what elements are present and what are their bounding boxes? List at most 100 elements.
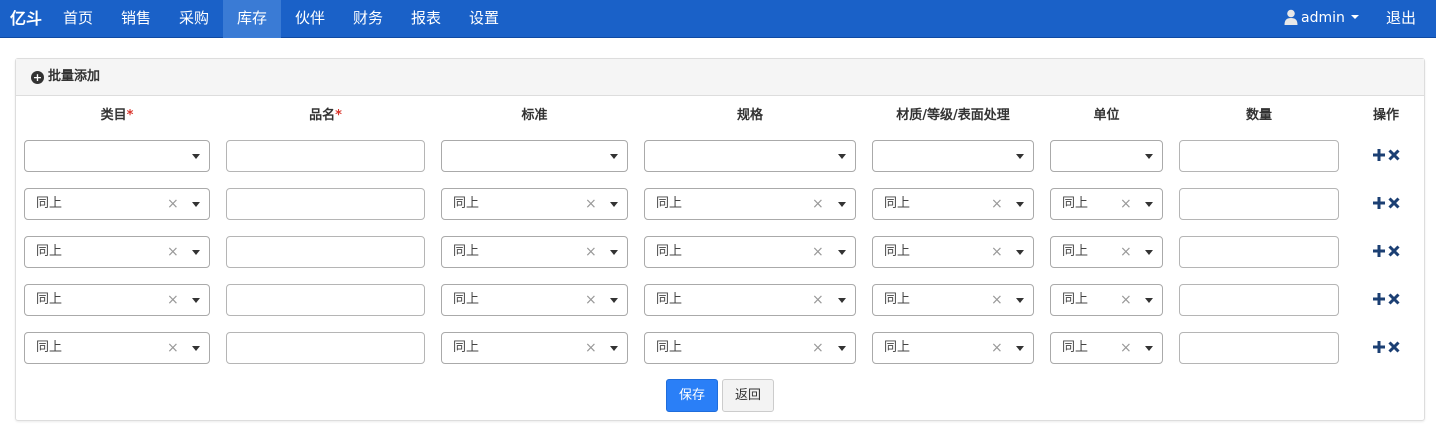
nav-inventory[interactable]: 库存 [223,0,282,38]
category-select[interactable]: 同上 × [24,332,210,364]
quantity-input[interactable] [1179,188,1339,220]
clear-icon[interactable]: × [1120,237,1132,267]
category-select[interactable]: 同上 × [24,236,210,268]
quantity-input[interactable] [1179,140,1339,172]
unit-select[interactable]: 同上 × [1050,236,1163,268]
delete-row-icon[interactable] [1388,245,1400,257]
standard-select[interactable]: 同上 × [441,236,628,268]
add-row-icon[interactable] [1373,293,1385,305]
dropdown-arrow-icon[interactable] [192,154,200,159]
dropdown-arrow-icon[interactable] [1145,250,1153,255]
category-select[interactable] [24,140,210,172]
add-row-icon[interactable] [1373,341,1385,353]
dropdown-arrow-icon[interactable] [192,202,200,207]
name-input[interactable] [226,140,425,172]
material-select[interactable]: 同上 × [872,236,1034,268]
add-row-icon[interactable] [1373,149,1385,161]
spec-select[interactable] [644,140,856,172]
clear-icon[interactable]: × [167,237,179,267]
standard-select[interactable]: 同上 × [441,284,628,316]
brand-logo[interactable]: 亿斗 [10,0,42,38]
delete-row-icon[interactable] [1388,293,1400,305]
clear-icon[interactable]: × [1120,333,1132,363]
clear-icon[interactable]: × [585,333,597,363]
quantity-input[interactable] [1179,332,1339,364]
nav-reports[interactable]: 报表 [397,0,455,38]
spec-select[interactable]: 同上 × [644,188,856,220]
standard-select[interactable] [441,140,628,172]
dropdown-arrow-icon[interactable] [838,250,846,255]
clear-icon[interactable]: × [991,285,1003,315]
material-select[interactable]: 同上 × [872,284,1034,316]
back-button[interactable]: 返回 [722,379,774,412]
quantity-input[interactable] [1179,284,1339,316]
clear-icon[interactable]: × [812,333,824,363]
spec-select[interactable]: 同上 × [644,236,856,268]
dropdown-arrow-icon[interactable] [1016,202,1024,207]
name-input[interactable] [226,332,425,364]
name-input[interactable] [226,236,425,268]
dropdown-arrow-icon[interactable] [610,346,618,351]
clear-icon[interactable]: × [812,189,824,219]
quantity-input[interactable] [1179,236,1339,268]
dropdown-arrow-icon[interactable] [610,298,618,303]
dropdown-arrow-icon[interactable] [610,202,618,207]
clear-icon[interactable]: × [1120,285,1132,315]
delete-row-icon[interactable] [1388,341,1400,353]
clear-icon[interactable]: × [585,285,597,315]
nav-finance[interactable]: 财务 [339,0,397,38]
standard-select[interactable]: 同上 × [441,332,628,364]
nav-home[interactable]: 首页 [49,0,107,38]
dropdown-arrow-icon[interactable] [610,154,618,159]
category-select[interactable]: 同上 × [24,284,210,316]
material-select[interactable]: 同上 × [872,332,1034,364]
clear-icon[interactable]: × [991,237,1003,267]
clear-icon[interactable]: × [812,285,824,315]
clear-icon[interactable]: × [585,189,597,219]
name-input[interactable] [226,188,425,220]
dropdown-arrow-icon[interactable] [838,298,846,303]
add-row-icon[interactable] [1373,245,1385,257]
dropdown-arrow-icon[interactable] [192,250,200,255]
name-input[interactable] [226,284,425,316]
dropdown-arrow-icon[interactable] [838,346,846,351]
dropdown-arrow-icon[interactable] [1145,346,1153,351]
clear-icon[interactable]: × [1120,189,1132,219]
clear-icon[interactable]: × [991,333,1003,363]
dropdown-arrow-icon[interactable] [1145,298,1153,303]
spec-select[interactable]: 同上 × [644,284,856,316]
dropdown-arrow-icon[interactable] [838,154,846,159]
dropdown-arrow-icon[interactable] [1016,298,1024,303]
save-button[interactable]: 保存 [666,379,718,412]
standard-select[interactable]: 同上 × [441,188,628,220]
dropdown-arrow-icon[interactable] [1016,346,1024,351]
category-select[interactable]: 同上 × [24,188,210,220]
spec-select[interactable]: 同上 × [644,332,856,364]
clear-icon[interactable]: × [167,333,179,363]
clear-icon[interactable]: × [991,189,1003,219]
clear-icon[interactable]: × [812,237,824,267]
dropdown-arrow-icon[interactable] [192,346,200,351]
nav-sales[interactable]: 销售 [107,0,165,38]
material-select[interactable] [872,140,1034,172]
clear-icon[interactable]: × [167,285,179,315]
clear-icon[interactable]: × [585,237,597,267]
dropdown-arrow-icon[interactable] [1145,154,1153,159]
nav-partners[interactable]: 伙伴 [281,0,339,38]
add-row-icon[interactable] [1373,197,1385,209]
nav-purchase[interactable]: 采购 [165,0,223,38]
delete-row-icon[interactable] [1388,149,1400,161]
dropdown-arrow-icon[interactable] [192,298,200,303]
unit-select[interactable]: 同上 × [1050,332,1163,364]
unit-select[interactable]: 同上 × [1050,284,1163,316]
user-menu[interactable]: admin [1284,0,1359,38]
dropdown-arrow-icon[interactable] [1016,250,1024,255]
material-select[interactable]: 同上 × [872,188,1034,220]
dropdown-arrow-icon[interactable] [1016,154,1024,159]
dropdown-arrow-icon[interactable] [838,202,846,207]
unit-select[interactable] [1050,140,1163,172]
unit-select[interactable]: 同上 × [1050,188,1163,220]
dropdown-arrow-icon[interactable] [610,250,618,255]
dropdown-arrow-icon[interactable] [1145,202,1153,207]
nav-settings[interactable]: 设置 [455,0,513,38]
